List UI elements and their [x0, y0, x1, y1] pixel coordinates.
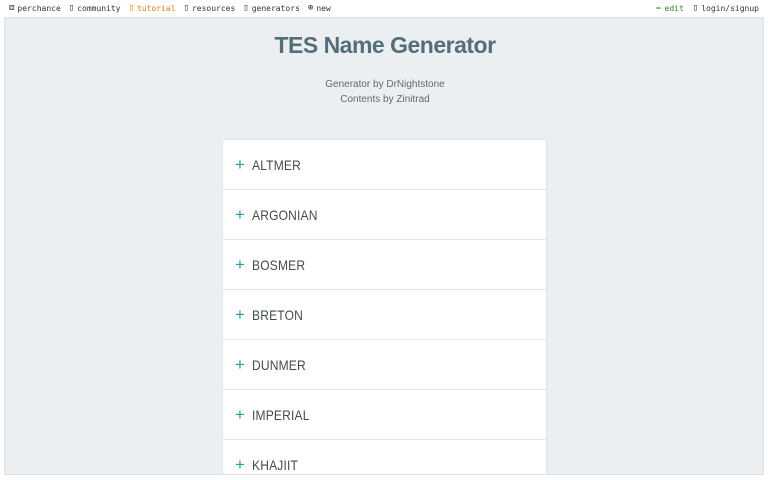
nav-tutorial[interactable]: ▯ tutorial — [128, 3, 176, 14]
accordion-label: ALTMER — [252, 156, 301, 173]
expand-plus-icon: + — [235, 405, 245, 424]
expand-plus-icon: + — [235, 305, 245, 324]
generators-icon: ▯ — [243, 3, 249, 13]
nav-generators[interactable]: ▯ generators — [243, 3, 300, 14]
accordion-item-khajiit[interactable]: + KHAJIIT — [223, 440, 546, 474]
expand-plus-icon: + — [235, 455, 245, 474]
accordion-item-imperial[interactable]: + IMPERIAL — [223, 390, 546, 440]
nav-resources-label: resources — [191, 4, 236, 13]
dice-icon: ⚄ — [9, 3, 15, 13]
top-nav-right: ✏ edit ▯ login/signup — [647, 0, 759, 17]
nav-community-label: community — [77, 4, 121, 13]
new-icon: ⊕ — [307, 3, 314, 13]
page-title: TES Name Generator — [274, 32, 496, 58]
accordion-item-dunmer[interactable]: + DUNMER — [223, 340, 546, 390]
nav-perchance-label: perchance — [17, 4, 61, 13]
nav-new-label: new — [316, 4, 331, 13]
credit-generator: Generator by DrNightstone — [325, 79, 445, 90]
expand-plus-icon: + — [235, 255, 245, 274]
edit-button[interactable]: ✏ edit — [656, 3, 684, 14]
race-accordion: + ALTMER + ARGONIAN + BOSMER + BRETON + … — [222, 139, 547, 474]
login-signup-label: login/signup — [701, 4, 759, 13]
accordion-label: BOSMER — [252, 256, 306, 273]
accordion-label: BRETON — [252, 306, 303, 323]
edit-label: edit — [664, 4, 684, 13]
pencil-icon: ✏ — [656, 3, 662, 13]
nav-community[interactable]: ▯ community — [68, 3, 121, 14]
expand-plus-icon: + — [235, 155, 245, 174]
top-nav-bar: ⚄ perchance ▯ community ▯ tutorial ▯ res… — [0, 0, 768, 17]
accordion-item-altmer[interactable]: + ALTMER — [223, 140, 546, 190]
nav-perchance[interactable]: ⚄ perchance — [9, 3, 61, 14]
login-signup-button[interactable]: ▯ login/signup — [692, 3, 759, 14]
resources-icon: ▯ — [183, 3, 189, 13]
nav-resources[interactable]: ▯ resources — [183, 3, 236, 14]
nav-generators-label: generators — [251, 4, 300, 13]
accordion-item-breton[interactable]: + BRETON — [223, 290, 546, 340]
generator-frame: TES Name Generator Generator by DrNights… — [4, 17, 764, 475]
accordion-label: IMPERIAL — [252, 406, 310, 423]
accordion-label: KHAJIIT — [252, 456, 299, 473]
expand-plus-icon: + — [235, 355, 245, 374]
nav-tutorial-label: tutorial — [136, 4, 176, 13]
accordion-item-bosmer[interactable]: + BOSMER — [223, 240, 546, 290]
accordion-item-argonian[interactable]: + ARGONIAN — [223, 190, 546, 240]
expand-plus-icon: + — [235, 205, 245, 224]
tutorial-icon: ▯ — [128, 3, 134, 13]
nav-new[interactable]: ⊕ new — [307, 3, 331, 14]
accordion-label: ARGONIAN — [252, 206, 318, 223]
user-icon: ▯ — [692, 3, 699, 13]
community-icon: ▯ — [68, 3, 75, 13]
credits: Generator by DrNightstone Contents by Zi… — [5, 77, 763, 107]
accordion-label: DUNMER — [252, 356, 306, 373]
credit-contents: Contents by Zinitrad — [340, 94, 430, 105]
